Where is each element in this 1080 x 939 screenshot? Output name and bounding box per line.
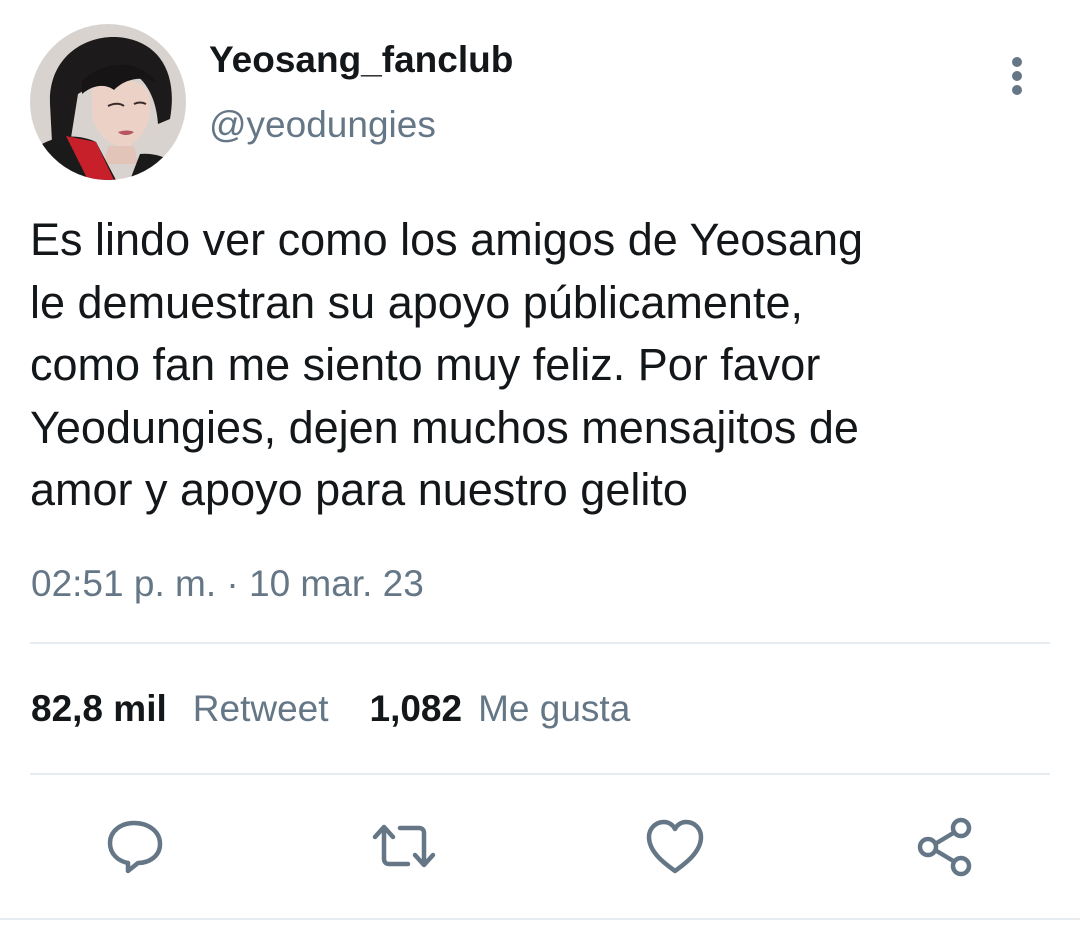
more-vertical-icon xyxy=(1012,57,1022,95)
retweet-icon xyxy=(372,824,436,868)
divider xyxy=(0,918,1080,920)
reply-button[interactable] xyxy=(104,815,168,879)
author-handle[interactable]: @yeodungies xyxy=(209,104,436,146)
reply-icon xyxy=(107,820,163,874)
tweet-detail: Yeosang_fanclub @yeodungies Es lindo ver… xyxy=(0,0,1080,939)
retweets-stat[interactable]: 82,8 mil Retweet xyxy=(31,688,329,730)
more-options-button[interactable] xyxy=(998,54,1038,98)
retweets-label: Retweet xyxy=(192,688,329,729)
tweet-timestamp[interactable]: 02:51 p. m. · 10 mar. 23 xyxy=(31,563,424,605)
tweet-text-line: como fan me siento muy feliz. Por favor xyxy=(30,339,821,390)
avatar-photo xyxy=(30,24,186,180)
likes-count: 1,082 xyxy=(369,688,463,729)
likes-label: Me gusta xyxy=(478,688,631,729)
retweets-count: 82,8 mil xyxy=(31,688,167,729)
like-button[interactable] xyxy=(643,815,707,879)
share-icon xyxy=(917,817,972,877)
author-display-name[interactable]: Yeosang_fanclub xyxy=(209,39,513,81)
tweet-stats: 82,8 mil Retweet 1,082 Me gusta xyxy=(31,688,630,730)
tweet-text-line: amor y apoyo para nuestro gelito xyxy=(30,464,688,515)
share-button[interactable] xyxy=(914,815,978,879)
divider xyxy=(30,773,1050,775)
avatar[interactable] xyxy=(30,24,186,180)
tweet-text: Es lindo ver como los amigos de Yeosang … xyxy=(30,209,1040,522)
divider xyxy=(30,642,1050,644)
tweet-text-line: Yeodungies, dejen muchos mensajitos de xyxy=(30,401,859,453)
likes-stat[interactable]: 1,082 Me gusta xyxy=(370,688,631,730)
tweet-text-line: Es lindo ver como los amigos de Yeosang xyxy=(30,214,864,265)
tweet-text-line: le demuestran su apoyo públicamente, xyxy=(30,276,803,328)
retweet-button[interactable] xyxy=(372,815,436,879)
like-icon xyxy=(646,819,704,874)
